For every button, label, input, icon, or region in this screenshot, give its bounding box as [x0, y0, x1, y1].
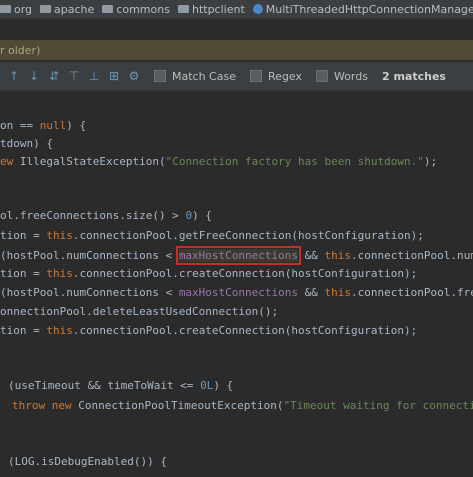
checkbox-box	[249, 70, 262, 82]
code-line: (hostPool.numConnections < maxHostConnec…	[0, 246, 473, 265]
class-icon	[252, 4, 263, 14]
code-line: tdown) {	[0, 137, 53, 150]
folder-icon	[102, 5, 114, 13]
code-line: on == null) {	[0, 119, 87, 132]
arrow-down-icon[interactable]: ↓	[28, 70, 40, 82]
settings-icon[interactable]: ⚙	[128, 70, 140, 82]
breadcrumb-item-apache[interactable]: apache	[40, 3, 102, 16]
code-line: tion = this.connectionPool.getFreeConnec…	[0, 229, 424, 242]
search-match-highlight: maxHostConnections	[175, 246, 302, 265]
code-line: tion = this.connectionPool.createConnect…	[0, 324, 418, 337]
code-line: (LOG.isDebugEnabled()) {	[8, 455, 167, 468]
code-line: throw new ConnectionPoolTimeoutException…	[12, 399, 473, 412]
code-line: (useTimeout && timeToWait <= 0L) {	[8, 379, 234, 392]
folder-icon	[0, 5, 11, 13]
find-all-icon[interactable]: ⇵	[48, 70, 60, 82]
breadcrumb-label: httpclient	[191, 2, 245, 16]
code-line: onnectionPool.deleteLeastUsedConnection(…	[0, 305, 279, 318]
regex-checkbox[interactable]: Regex	[249, 69, 302, 83]
add-selection-icon[interactable]: ⊤	[68, 70, 80, 82]
select-all-icon[interactable]: ⊞	[108, 70, 120, 82]
remove-selection-icon[interactable]: ⊥	[88, 70, 100, 82]
folder-icon	[40, 5, 52, 13]
notification-bar: r older)	[0, 40, 473, 60]
notification-text: r older)	[0, 43, 41, 57]
breadcrumb-item-commons[interactable]: commons	[102, 3, 178, 16]
breadcrumb-item-httpclient[interactable]: httpclient	[177, 2, 253, 16]
words-checkbox[interactable]: Words	[315, 69, 368, 83]
breadcrumb-label: org	[14, 2, 33, 16]
checkbox-box	[154, 70, 166, 82]
code-editor[interactable]: on == null) { tdown) { ew IllegalStateEx…	[0, 108, 473, 477]
breadcrumb-label: MultiThreadedHttpConnectionManager	[265, 2, 473, 16]
words-label: Words	[333, 69, 368, 83]
folder-icon	[177, 5, 189, 13]
breadcrumb: org apache commons httpclient MultiThrea…	[0, 0, 473, 19]
code-line: tion = this.connectionPool.createConnect…	[0, 267, 418, 280]
match-case-checkbox[interactable]: Match Case	[154, 70, 236, 83]
search-toolbar: ↑ ↓ ⇵ ⊤ ⊥ ⊞ ⚙ Match Case Regex Words 2 m…	[0, 62, 473, 91]
breadcrumb-label: apache	[54, 2, 95, 16]
breadcrumb-item-class[interactable]: MultiThreadedHttpConnectionManager	[252, 2, 473, 16]
breadcrumb-label: commons	[116, 2, 170, 16]
arrow-up-icon[interactable]: ↑	[8, 70, 20, 82]
checkbox-box	[315, 70, 328, 82]
matches-count: 2 matches	[381, 69, 446, 83]
match-case-label: Match Case	[172, 69, 236, 83]
breadcrumb-item-org[interactable]: org	[0, 3, 40, 16]
code-line: ol.freeConnections.size() > 0) {	[0, 209, 212, 222]
code-line: (hostPool.numConnections < maxHostConnec…	[0, 286, 473, 299]
code-line: ew IllegalStateException("Connection fac…	[0, 155, 438, 168]
regex-label: Regex	[267, 69, 302, 83]
